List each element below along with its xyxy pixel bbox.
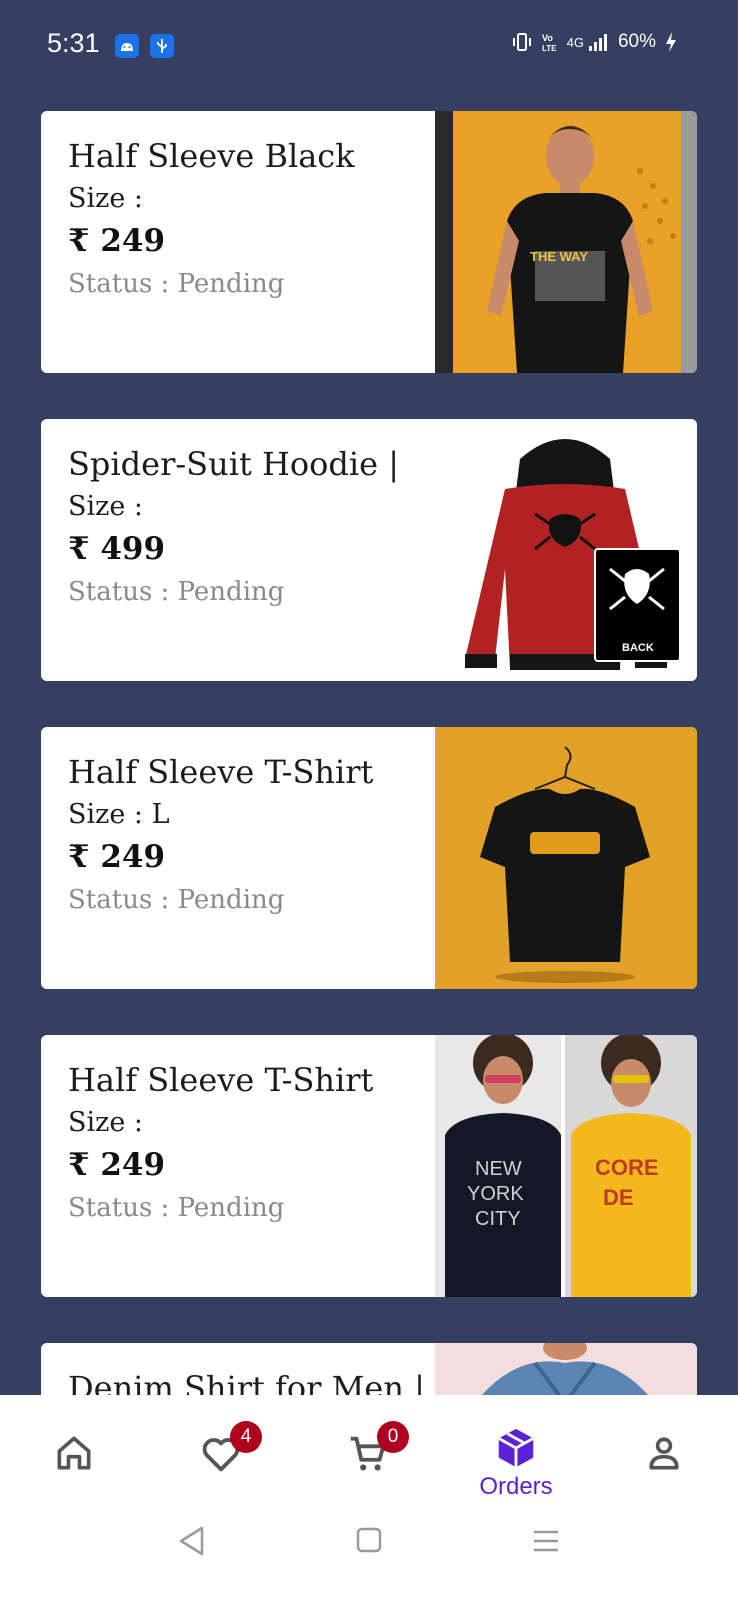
status-time: 5:31 [47, 28, 100, 58]
order-status: Status : Pending [68, 269, 285, 299]
svg-text:CITY: CITY [475, 1208, 521, 1230]
orders-list[interactable]: Half Sleeve Black Size : ₹ 249 Status : … [41, 111, 697, 1395]
home-icon [57, 1436, 91, 1470]
order-title: Half Sleeve T-Shirt [68, 1061, 374, 1099]
order-price: ₹ 249 [68, 1147, 166, 1183]
home-button-icon[interactable] [356, 1527, 382, 1553]
order-title: Half Sleeve Black [68, 137, 355, 175]
order-card[interactable]: Half Sleeve T-Shirt Size : L ₹ 249 Statu… [41, 727, 697, 989]
nav-orders[interactable]: Orders [470, 1425, 562, 1505]
status-bar: 5:31 Vo LTE 4G 60% [0, 0, 738, 90]
charging-icon [666, 32, 676, 52]
order-title: Denim Shirt for Men | [68, 1369, 425, 1395]
wishlist-count-badge: 4 [230, 1421, 262, 1453]
svg-text:CORE: CORE [595, 1155, 659, 1180]
status-indicators: Vo LTE 4G 60% [511, 31, 678, 53]
order-size: Size : [68, 491, 144, 522]
order-status: Status : Pending [68, 577, 285, 607]
signal-icon [588, 34, 607, 51]
nav-wishlist[interactable]: 4 [176, 1421, 266, 1505]
nav-cart[interactable]: 0 [323, 1421, 413, 1505]
product-image: BACK [435, 419, 697, 681]
volte-icon: VoLTE [542, 33, 557, 53]
recents-icon[interactable] [532, 1529, 560, 1553]
svg-text:DE: DE [603, 1185, 634, 1210]
order-price: ₹ 499 [68, 531, 166, 567]
product-image [435, 727, 697, 989]
package-icon [498, 1428, 534, 1468]
order-status: Status : Pending [68, 1193, 285, 1223]
battery-percent: 60% [617, 31, 656, 52]
order-title: Spider-Suit Hoodie | [68, 445, 400, 483]
order-title: Half Sleeve T-Shirt [68, 753, 374, 791]
bottom-navigation: 4 0 Orders [0, 1395, 738, 1600]
nav-profile[interactable] [619, 1425, 709, 1505]
android-icon [115, 34, 139, 58]
order-size: Size : L [68, 799, 170, 830]
svg-text:LTE: LTE [542, 44, 557, 53]
order-card[interactable]: Half Sleeve Black Size : ₹ 249 Status : … [41, 111, 697, 373]
svg-text:Vo: Vo [542, 33, 553, 43]
order-price: ₹ 249 [68, 223, 166, 259]
order-size: Size : [68, 183, 144, 214]
svg-text:NEW: NEW [475, 1158, 522, 1180]
system-navigation-bar [0, 1511, 738, 1591]
order-status: Status : Pending [68, 885, 285, 915]
svg-text:YORK: YORK [467, 1183, 524, 1205]
svg-text:BACK: BACK [622, 642, 654, 654]
network-type: 4G [566, 34, 584, 50]
order-size: Size : [68, 1107, 144, 1138]
back-icon[interactable] [177, 1525, 207, 1557]
vibrate-icon [512, 33, 531, 51]
nav-home[interactable] [29, 1425, 119, 1505]
order-price: ₹ 249 [68, 839, 166, 875]
order-card[interactable]: Spider-Suit Hoodie | Size : ₹ 499 Status… [41, 419, 697, 681]
person-icon [649, 1437, 679, 1470]
product-image: NEW YORK CITY CORE DE [435, 1035, 697, 1297]
order-card[interactable]: Denim Shirt for Men | [41, 1343, 697, 1395]
nav-orders-label: Orders [479, 1473, 553, 1500]
product-image [435, 1343, 697, 1395]
cart-count-badge: 0 [377, 1421, 409, 1453]
usb-icon [150, 34, 174, 58]
order-card[interactable]: Half Sleeve T-Shirt Size : ₹ 249 Status … [41, 1035, 697, 1297]
product-image: THE WAY [435, 111, 697, 373]
svg-text:THE WAY: THE WAY [530, 249, 588, 264]
